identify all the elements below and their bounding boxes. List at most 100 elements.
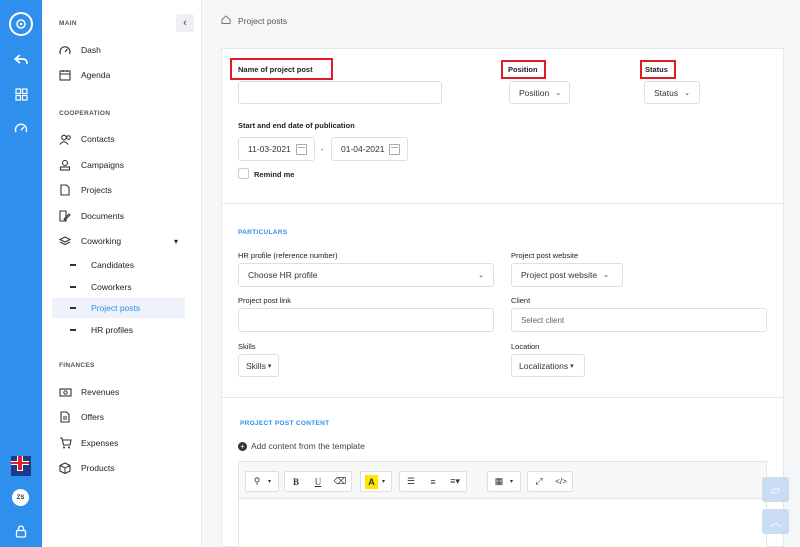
location-dropdown[interactable]: Localizations ▾ — [511, 354, 585, 377]
sidebar-subitem-label: HR profiles — [91, 325, 134, 335]
speedometer-icon — [58, 44, 72, 56]
location-label: Location — [511, 342, 540, 351]
collapse-sidebar-button[interactable]: ‹ — [176, 14, 194, 32]
bold-button[interactable]: B — [285, 472, 307, 491]
sidebar-item-dash[interactable]: Dash — [58, 41, 188, 59]
sidebar-item-revenues[interactable]: Revenues — [58, 383, 188, 401]
divider — [222, 203, 783, 204]
location-value: Localizations — [519, 360, 569, 371]
sidebar-subitem-hr-profiles[interactable]: HR profiles — [52, 320, 185, 340]
editor-toolbar: ⚲ ▾ B U ⌫ A ▾ ☰ ≡ ≡▾ ▦ ▾ ⤢ </> — [239, 462, 766, 499]
document-edit-icon — [58, 210, 72, 222]
home-icon[interactable] — [221, 15, 231, 26]
end-date-input[interactable]: 01-04-2021 — [331, 137, 408, 161]
app-logo-icon[interactable] — [9, 12, 33, 36]
plus-circle-icon: + — [238, 441, 247, 451]
language-flag-icon[interactable] — [11, 456, 31, 476]
divider — [222, 397, 783, 398]
table-icon: ▦ — [494, 476, 504, 486]
editor-content-area[interactable] — [239, 500, 766, 547]
apps-grid-icon[interactable] — [11, 84, 31, 104]
calendar-icon — [58, 69, 72, 81]
scroll-top-button[interactable]: ︿ — [762, 509, 789, 534]
status-value: Status — [654, 87, 679, 98]
fullscreen-icon[interactable]: ⤢ — [528, 472, 550, 491]
code-view-button[interactable]: </> — [550, 472, 572, 491]
magic-style-button[interactable]: ⚲ ▾ — [245, 471, 279, 492]
eraser-icon[interactable]: ⌫ — [329, 472, 351, 491]
align-icon[interactable]: ≡▾ — [444, 472, 466, 491]
sidebar-item-label: Products — [81, 463, 115, 473]
date-separator: - — [321, 145, 324, 154]
money-icon — [58, 386, 72, 398]
underline-button[interactable]: U — [307, 472, 329, 491]
sidebar-item-label: Documents — [81, 211, 124, 221]
offer-document-icon — [58, 411, 72, 423]
add-template-label: Add content from the template — [251, 441, 365, 451]
sidebar-item-contacts[interactable]: Contacts — [58, 130, 188, 148]
project-post-name-input[interactable] — [238, 81, 442, 104]
sidebar-item-label: Dash — [81, 45, 101, 55]
calendar-icon — [389, 144, 400, 155]
back-arrow-icon[interactable] — [11, 50, 31, 70]
sidebar-item-projects[interactable]: Projects — [58, 181, 188, 199]
numbered-list-icon[interactable]: ≡ — [422, 472, 444, 491]
sidebar-item-agenda[interactable]: Agenda — [58, 66, 188, 84]
sidebar-subitem-label: Project posts — [91, 303, 141, 313]
status-dropdown[interactable]: Status ⌄ — [644, 81, 700, 104]
sidebar-item-coworking[interactable]: Coworking ▾ — [58, 232, 188, 250]
sidebar-subitem-candidates[interactable]: Candidates — [52, 255, 185, 275]
skills-value: Skills — [246, 360, 266, 371]
sidebar-subitem-label: Candidates — [91, 260, 135, 270]
sidebar-subitem-project-posts[interactable]: Project posts — [52, 298, 185, 318]
table-button[interactable]: ▦ ▾ — [487, 471, 521, 492]
sidebar-item-campaigns[interactable]: Campaigns — [58, 156, 188, 174]
chevron-up-icon: ︿ — [769, 515, 782, 529]
project-post-website-dropdown[interactable]: Project post website ⌄ — [511, 263, 623, 287]
chevron-left-icon: ‹ — [183, 17, 187, 29]
skills-dropdown[interactable]: Skills ▾ — [238, 354, 279, 377]
highlight-color-button[interactable]: A ▾ — [360, 471, 392, 492]
rich-text-editor: ⚲ ▾ B U ⌫ A ▾ ☰ ≡ ≡▾ ▦ ▾ ⤢ </> — [238, 461, 767, 547]
view-group: ⤢ </> — [527, 471, 573, 492]
client-select[interactable]: Select client — [511, 308, 767, 332]
notes-float-button[interactable]: ▱ — [762, 477, 789, 502]
add-template-link[interactable]: + Add content from the template — [238, 441, 365, 451]
sidebar-item-products[interactable]: Products — [58, 459, 188, 477]
sidebar-item-label: Offers — [81, 412, 104, 422]
sidebar-item-offers[interactable]: Offers — [58, 408, 188, 426]
hr-profile-select[interactable]: Choose HR profile ⌄ — [238, 263, 494, 287]
remind-me-label: Remind me — [254, 170, 295, 179]
sidebar-item-expenses[interactable]: Expenses — [58, 434, 188, 452]
sidebar-subitem-label: Coworkers — [91, 282, 132, 292]
lock-icon[interactable] — [11, 521, 31, 541]
bullet-list-icon[interactable]: ☰ — [400, 472, 422, 491]
caret-down-icon: ▾ — [267, 362, 272, 370]
link-label: Project post link — [238, 296, 291, 305]
note-icon: ▱ — [770, 482, 781, 497]
calendar-icon — [296, 144, 307, 155]
sidebar-item-documents[interactable]: Documents — [58, 207, 188, 225]
sidebar-subitem-coworkers[interactable]: Coworkers — [52, 277, 185, 297]
start-date-value: 11-03-2021 — [248, 144, 291, 154]
skills-label: Skills — [238, 342, 256, 351]
app-rail: ZS — [0, 0, 42, 547]
campaigns-icon — [58, 159, 72, 171]
section-cooperation: COOPERATION — [59, 110, 111, 117]
remind-me-checkbox[interactable] — [238, 168, 249, 179]
chevron-down-icon: ⌄ — [603, 272, 609, 279]
end-date-value: 01-04-2021 — [341, 144, 385, 154]
position-dropdown[interactable]: Position ⌄ — [509, 81, 570, 104]
project-post-link-input[interactable] — [238, 308, 494, 332]
user-avatar[interactable]: ZS — [12, 489, 29, 506]
start-date-input[interactable]: 11-03-2021 — [238, 137, 315, 161]
sidebar-item-label: Contacts — [81, 134, 115, 144]
sidebar-item-label: Agenda — [81, 70, 111, 80]
list-group: ☰ ≡ ≡▾ — [399, 471, 467, 492]
box-icon — [58, 462, 72, 474]
name-label: Name of project post — [238, 65, 313, 74]
highlight-color-icon: A — [365, 474, 378, 489]
dashboard-gauge-icon[interactable] — [11, 118, 31, 138]
position-value: Position — [519, 87, 550, 98]
content-title: PROJECT POST CONTENT — [240, 420, 330, 427]
